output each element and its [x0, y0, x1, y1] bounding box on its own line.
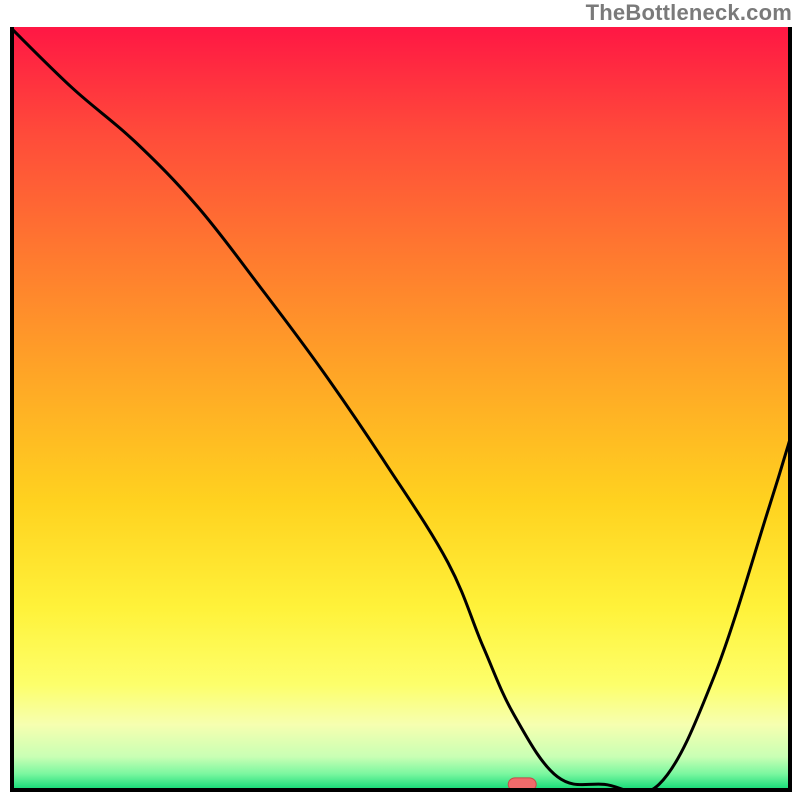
background-gradient: [10, 27, 792, 792]
watermark-text: TheBottleneck.com: [586, 0, 792, 26]
chart-stage: TheBottleneck.com: [0, 0, 800, 800]
chart-svg: [10, 27, 792, 792]
chart-frame: [10, 27, 792, 792]
